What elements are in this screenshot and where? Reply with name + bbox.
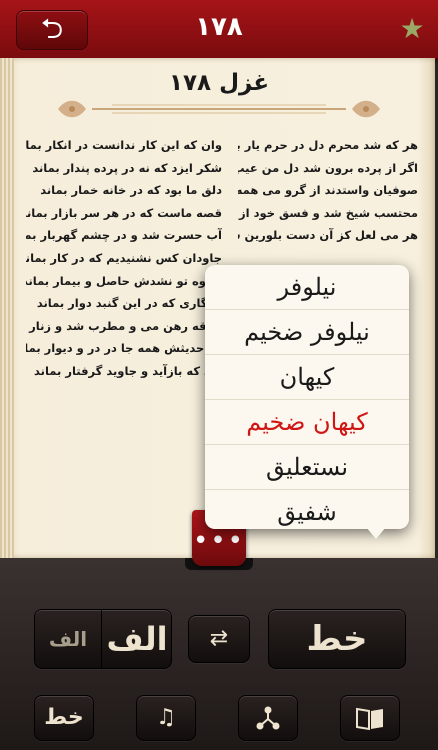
share-icon (256, 706, 280, 730)
font-select-button[interactable]: خط (268, 609, 406, 669)
verse-line: وان که این کار ندانست در انکار بماند (26, 138, 222, 152)
font-size-control: الف الف (34, 609, 172, 669)
verse-line: خرقه رهن می و مطرب شد و زنار بماند (26, 318, 222, 333)
verse-line: شیوه تو نشدش حاصل و بیمار بماند (26, 273, 222, 288)
verse-line: یادگاری که در این گنبد دوار بماند (36, 296, 222, 311)
tab-share[interactable] (238, 695, 298, 741)
swap-arrows-icon: ⇄ (209, 626, 229, 651)
verse-line: جاودان کس نشنیدیم که در کار بماند (26, 250, 222, 265)
verse-line: هر می لعل کز آن دست بلورین ستدیم (238, 228, 418, 243)
tab-book[interactable] (340, 695, 400, 741)
popup-pointer (366, 527, 386, 539)
decrease-font-size-button[interactable]: الف (35, 610, 102, 668)
verse-line: که حدیثش همه جا در در و دیوار بماند (26, 341, 222, 356)
font-menu-popup: نیلوفر نیلوفر ضخیم کیهان کیهان ضخیم نستع… (205, 265, 409, 529)
verse-line: محتسب شیخ شد و فسق خود از یاد ببرد (238, 205, 418, 220)
poem-right-column: هر که شد محرم دل در حرم یار بماند اگر از… (238, 134, 418, 247)
verse-line: صوفیان واستدند از گرو می همه رخت (238, 183, 418, 198)
top-bar: ⮌ ۱۷۸ ★ (0, 0, 438, 60)
verse-line: هر که شد محرم دل در حرم یار بماند (238, 138, 418, 152)
page-edge (0, 58, 14, 558)
page-number: ۱۷۸ (195, 12, 243, 42)
font-option-shafigh[interactable]: شفیق (205, 490, 409, 529)
ornament-divider-icon (58, 100, 380, 118)
verse-line: آب حسرت شد و در چشم گهربار بماند (26, 228, 222, 243)
verse-line: اگر از پرده برون شد دل من عیب مکن (238, 160, 418, 175)
font-option-keyhan[interactable]: کیهان (205, 355, 409, 400)
tab-music[interactable]: ♫ (136, 695, 196, 741)
verse-line: قصه ماست که در هر سر بازار بماند (26, 205, 222, 220)
music-note-icon: ♫ (156, 705, 176, 730)
verse-line: شکر ایزد که نه در پرده پندار بماند (32, 160, 222, 175)
poem-title: غزل ۱۷۸ (168, 70, 270, 96)
verse-line: شد که بازآید و جاوید گرفتار بماند (34, 363, 222, 378)
font-option-niloofar-bold[interactable]: نیلوفر ضخیم (205, 310, 409, 355)
favorite-button[interactable]: ★ (396, 13, 428, 45)
book-icon (356, 707, 383, 731)
increase-font-size-button[interactable]: الف (103, 610, 171, 668)
verse-line: دلق ما بود که در خانه خمار بماند (40, 183, 222, 198)
poem-left-column: وان که این کار ندانست در انکار بماند شکر… (26, 134, 222, 383)
star-icon: ★ (399, 12, 425, 45)
font-option-keyhan-bold[interactable]: کیهان ضخیم (205, 400, 409, 445)
font-option-niloofar[interactable]: نیلوفر (205, 265, 409, 310)
tab-font[interactable]: خط (34, 695, 94, 741)
swap-layout-button[interactable]: ⇄ (188, 615, 250, 663)
font-option-nastaliq[interactable]: نستعلیق (205, 445, 409, 490)
